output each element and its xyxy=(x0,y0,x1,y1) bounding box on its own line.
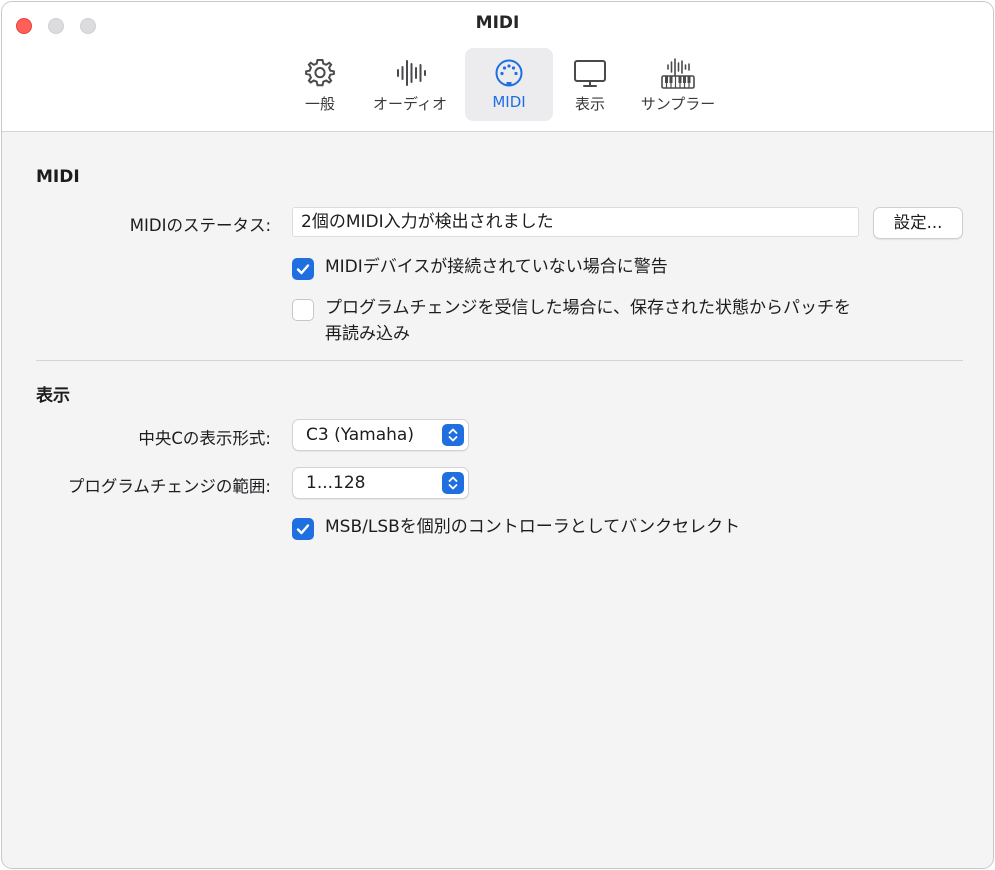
program-range-value: 1...128 xyxy=(306,473,366,493)
midi-connector-icon xyxy=(495,59,523,87)
display-icon xyxy=(574,60,606,87)
sampler-keyboard-icon xyxy=(661,58,695,89)
reload-patch-label-line1: プログラムチェンジを受信した場合に、保存された状態からパッチを xyxy=(325,298,851,318)
tab-sampler-label: サンプラー xyxy=(640,95,716,113)
tab-display-label: 表示 xyxy=(574,95,605,113)
msb-lsb-label: MSB/LSBを個別のコントローラとしてバンクセレクト xyxy=(325,517,741,537)
reload-patch-checkbox[interactable] xyxy=(292,299,314,321)
warn-disconnected-checkbox[interactable] xyxy=(292,258,314,280)
program-range-select[interactable]: 1...128 xyxy=(292,467,469,499)
middle-c-value: C3 (Yamaha) xyxy=(306,425,414,445)
middle-c-select[interactable]: C3 (Yamaha) xyxy=(292,419,469,451)
select-stepper-icon xyxy=(442,472,464,494)
middle-c-label: 中央Cの表示形式: xyxy=(138,429,271,448)
section-divider xyxy=(36,360,963,361)
preferences-window: MIDI 一般 オーディオ MIDI 表示 サンプラー MIDI MIDIのステ… xyxy=(1,1,994,869)
reload-patch-label-line2: 再読み込み xyxy=(325,324,410,344)
warn-disconnected-label: MIDIデバイスが接続されていない場合に警告 xyxy=(325,257,668,277)
settings-button[interactable]: 設定... xyxy=(873,207,963,239)
gear-icon xyxy=(305,59,335,87)
window-title: MIDI xyxy=(475,13,520,33)
tab-audio[interactable]: オーディオ xyxy=(360,48,460,121)
display-section-title: 表示 xyxy=(36,386,70,406)
tab-sampler[interactable]: サンプラー xyxy=(628,48,728,121)
tab-display[interactable]: 表示 xyxy=(558,48,622,121)
msb-lsb-checkbox[interactable] xyxy=(292,518,314,540)
tab-general-label: 一般 xyxy=(304,95,335,113)
tab-midi-label: MIDI xyxy=(492,93,526,111)
program-range-label: プログラムチェンジの範囲: xyxy=(67,477,271,496)
tab-general[interactable]: 一般 xyxy=(288,48,352,121)
checkmark-icon xyxy=(296,524,310,535)
title-bar: MIDI 一般 オーディオ MIDI 表示 サンプラー xyxy=(2,2,993,132)
select-stepper-icon xyxy=(442,424,464,446)
tab-midi[interactable]: MIDI xyxy=(465,48,553,121)
midi-section-title: MIDI xyxy=(36,167,80,187)
waveform-icon xyxy=(397,60,426,86)
midi-status-label: MIDIのステータス: xyxy=(129,216,271,235)
midi-status-field: 2個のMIDI入力が検出されました xyxy=(292,207,859,237)
checkmark-icon xyxy=(296,264,310,275)
tab-audio-label: オーディオ xyxy=(373,95,447,113)
